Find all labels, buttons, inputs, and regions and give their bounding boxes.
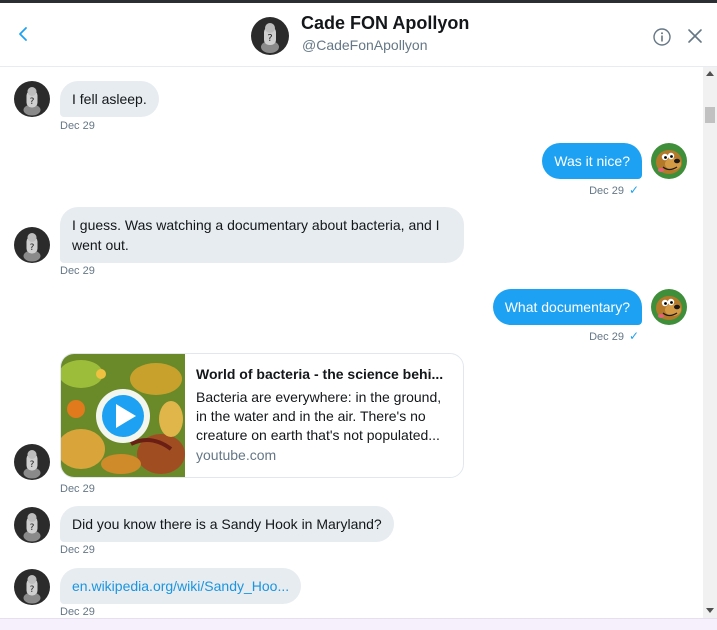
scrollbar-thumb[interactable] [705,107,715,123]
message-bubble-incoming[interactable]: Did you know there is a Sandy Hook in Ma… [60,506,394,542]
message-bubble-incoming[interactable]: I guess. Was watching a documentary abou… [60,207,464,263]
contact-avatar[interactable]: ? [14,444,50,480]
read-check-icon: ✓ [628,329,639,343]
user-avatar[interactable] [651,143,687,179]
svg-text:?: ? [30,243,35,253]
message-timestamp: Dec 29 [60,483,95,495]
svg-text:?: ? [30,585,35,595]
contact-avatar[interactable]: ? [14,227,50,263]
scroll-up-arrow-icon[interactable] [706,71,714,76]
message-status: Dec 29 ✓ [589,329,639,343]
card-description: Bacteria are everywhere: in the ground, … [196,389,442,443]
wikipedia-link[interactable]: en.wikipedia.org/wiki/Sandy_Hoo... [72,578,289,594]
info-icon[interactable] [652,27,672,47]
close-icon[interactable] [686,27,704,45]
message-timestamp: Dec 29 [589,185,624,197]
contact-avatar[interactable]: ? [251,17,289,55]
message-timestamp: Dec 29 [60,606,95,618]
svg-text:?: ? [30,523,35,533]
compose-area-edge [0,618,717,630]
user-avatar[interactable] [651,289,687,325]
message-status: Dec 29 ✓ [589,183,639,197]
message-bubble-incoming[interactable]: I fell asleep. [60,81,159,117]
conversation-header: ? Cade FON Apollyon @CadeFonApollyon [0,3,717,67]
card-domain: youtube.com [196,447,277,463]
message-timestamp: Dec 29 [589,331,624,343]
message-bubble-outgoing[interactable]: What documentary? [492,289,642,325]
card-title[interactable]: World of bacteria - the science behi... [196,366,452,382]
message-timestamp: Dec 29 [60,120,95,132]
message-timestamp: Dec 29 [60,544,95,556]
message-scrollbar[interactable] [703,67,717,618]
scroll-down-arrow-icon[interactable] [706,608,714,613]
message-list[interactable]: ? I fell asleep. Dec 29 Was it nice? Dec… [0,67,703,618]
contact-avatar[interactable]: ? [14,81,50,117]
message-bubble-incoming: en.wikipedia.org/wiki/Sandy_Hoo... [60,568,302,604]
back-arrow-icon[interactable] [14,23,32,45]
message-timestamp: Dec 29 [60,265,95,277]
link-preview-card[interactable]: World of bacteria - the science behi... … [60,353,464,478]
svg-text:?: ? [267,33,272,44]
video-thumbnail[interactable] [61,354,185,477]
svg-text:?: ? [30,97,35,107]
message-bubble-outgoing[interactable]: Was it nice? [542,143,642,179]
read-check-icon: ✓ [628,183,639,197]
contact-avatar[interactable]: ? [14,507,50,543]
contact-avatar[interactable]: ? [14,569,50,605]
contact-name[interactable]: Cade FON Apollyon [301,13,469,34]
contact-handle[interactable]: @CadeFonApollyon [302,37,428,53]
svg-text:?: ? [30,460,35,470]
